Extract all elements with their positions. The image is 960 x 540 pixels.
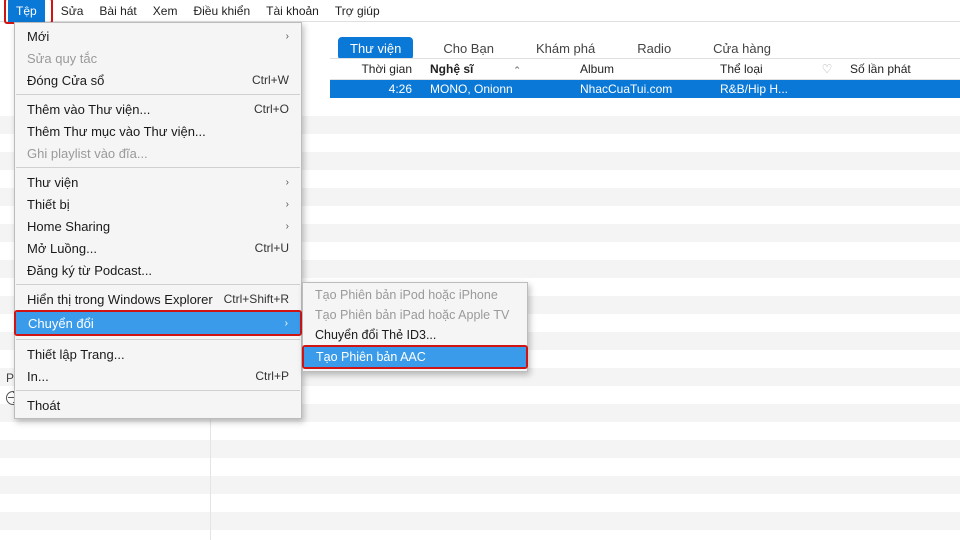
menu-item[interactable]: In...Ctrl+P	[15, 365, 301, 387]
menu-item[interactable]: Hiển thị trong Windows ExplorerCtrl+Shif…	[15, 288, 301, 310]
menu-item-label: Đóng Cửa sổ	[27, 73, 252, 88]
tab-radio[interactable]: Radio	[625, 37, 683, 60]
cell-album: NhacCuaTui.com	[572, 82, 712, 96]
menu-item[interactable]: Thiết bị ›	[15, 193, 301, 215]
highlight-tep: Tệp	[4, 0, 53, 24]
file-menu: Mới › Sửa quy tắc Đóng Cửa sổCtrl+W Thêm vào…	[14, 22, 302, 419]
menu-shortcut: Ctrl+P	[255, 369, 289, 383]
menu-shortcut: Ctrl+O	[254, 102, 289, 116]
menu-item[interactable]: Mở Luồng...Ctrl+U	[15, 237, 301, 259]
menu-item-label: Mở Luồng...	[27, 241, 255, 256]
menu-item[interactable]: Đóng Cửa sổCtrl+W	[15, 69, 301, 91]
chevron-right-icon: ›	[286, 199, 289, 210]
menu-trogiup[interactable]: Trợ giúp	[327, 0, 388, 22]
cell-genre: R&B/Hip H...	[712, 82, 812, 96]
menu-item[interactable]: Tạo Phiên bản AAC	[304, 347, 526, 367]
menu-shortcut: Ctrl+U	[255, 241, 289, 255]
col-artist-label: Nghệ sĩ	[430, 62, 473, 76]
col-plays[interactable]: Số lần phát	[842, 62, 960, 76]
menu-item-label: Đăng ký từ Podcast...	[27, 263, 289, 278]
menu-xem[interactable]: Xem	[145, 0, 186, 22]
menu-item[interactable]: Chuyển đổi Thẻ ID3...	[303, 325, 527, 345]
tab-browse[interactable]: Khám phá	[524, 37, 607, 60]
cell-time: 4:26	[330, 82, 422, 96]
menu-item-label: Thiết lập Trang...	[27, 347, 289, 362]
menu-item: Tạo Phiên bản iPod hoặc iPhone	[303, 285, 527, 305]
chevron-right-icon: ›	[285, 318, 288, 329]
menu-item-label: Tạo Phiên bản iPad hoặc Apple TV	[315, 308, 515, 322]
convert-submenu: Tạo Phiên bản iPod hoặc iPhone Tạo Phiên …	[302, 282, 528, 372]
menu-item-label: Thư viện	[27, 175, 280, 190]
menu-item[interactable]: Thêm Thư mục vào Thư viện...	[15, 120, 301, 142]
sort-caret-icon: ⌃	[513, 65, 521, 75]
menu-shortcut: Ctrl+W	[252, 73, 289, 87]
menu-baihat[interactable]: Bài hát	[91, 0, 144, 22]
menu-item: Tạo Phiên bản iPad hoặc Apple TV	[303, 305, 527, 325]
menu-item[interactable]: Thư viện ›	[15, 171, 301, 193]
menu-taikhoan[interactable]: Tài khoản	[258, 0, 327, 22]
menu-item-label: Home Sharing	[27, 219, 280, 234]
menu-item[interactable]: Mới ›	[15, 25, 301, 47]
menu-separator	[16, 167, 300, 168]
tab-foryou[interactable]: Cho Bạn	[431, 37, 506, 60]
menu-separator	[16, 94, 300, 95]
highlight-box: Tạo Phiên bản AAC	[302, 345, 528, 369]
menu-tep[interactable]: Tệp	[8, 0, 45, 22]
menu-item[interactable]: Home Sharing ›	[15, 215, 301, 237]
highlight-box: Chuyển đổi ›	[14, 310, 302, 336]
menu-separator	[16, 284, 300, 285]
menu-item[interactable]: Thêm vào Thư viện...Ctrl+O	[15, 98, 301, 120]
menu-item-label: Thêm vào Thư viện...	[27, 102, 254, 117]
menu-item[interactable]: Thoát	[15, 394, 301, 416]
table-row-selected[interactable]: 4:26 MONO, Onionn NhacCuaTui.com R&B/Hip…	[330, 80, 960, 98]
menu-item: Ghi playlist vào đĩa...	[15, 142, 301, 164]
col-album[interactable]: Album	[572, 62, 712, 76]
menu-item-label: Chuyển đổi	[28, 316, 279, 331]
menu-item-label: In...	[27, 369, 255, 384]
chevron-right-icon: ›	[286, 221, 289, 232]
col-time[interactable]: Thời gian	[330, 62, 422, 76]
menu-item-label: Thêm Thư mục vào Thư viện...	[27, 124, 289, 139]
menu-shortcut: Ctrl+Shift+R	[224, 292, 289, 306]
menu-dieukhien[interactable]: Điều khiển	[185, 0, 258, 22]
menubar: Tệp Sửa Bài hát Xem Điều khiển Tài khoản…	[0, 0, 960, 22]
menu-item-label: Tạo Phiên bản AAC	[316, 350, 514, 364]
tab-library[interactable]: Thư viện	[338, 37, 413, 60]
menu-sua[interactable]: Sửa	[53, 0, 92, 22]
menu-item[interactable]: Chuyển đổi ›	[16, 312, 300, 334]
menu-item[interactable]: Thiết lập Trang...	[15, 343, 301, 365]
menu-item-label: Tạo Phiên bản iPod hoặc iPhone	[315, 288, 515, 302]
menu-item-label: Hiển thị trong Windows Explorer	[27, 292, 224, 307]
tab-store[interactable]: Cửa hàng	[701, 37, 783, 60]
menu-item: Sửa quy tắc	[15, 47, 301, 69]
menu-separator	[16, 390, 300, 391]
menu-separator	[16, 339, 300, 340]
col-love[interactable]: ♡	[812, 62, 842, 76]
chevron-right-icon: ›	[286, 177, 289, 188]
menu-item-label: Mới	[27, 29, 280, 44]
menu-item-label: Sửa quy tắc	[27, 51, 289, 66]
menu-item[interactable]: Đăng ký từ Podcast...	[15, 259, 301, 281]
col-genre[interactable]: Thể loại	[712, 62, 812, 76]
menu-item-label: Ghi playlist vào đĩa...	[27, 146, 289, 161]
col-artist[interactable]: Nghệ sĩ ⌃	[422, 62, 572, 76]
menu-item-label: Chuyển đổi Thẻ ID3...	[315, 328, 515, 342]
table-header: Thời gian Nghệ sĩ ⌃ Album Thể loại ♡ Số l…	[330, 58, 960, 80]
chevron-right-icon: ›	[286, 31, 289, 42]
cell-artist: MONO, Onionn	[422, 82, 572, 96]
menu-item-label: Thoát	[27, 398, 289, 413]
menu-item-label: Thiết bị	[27, 197, 280, 212]
